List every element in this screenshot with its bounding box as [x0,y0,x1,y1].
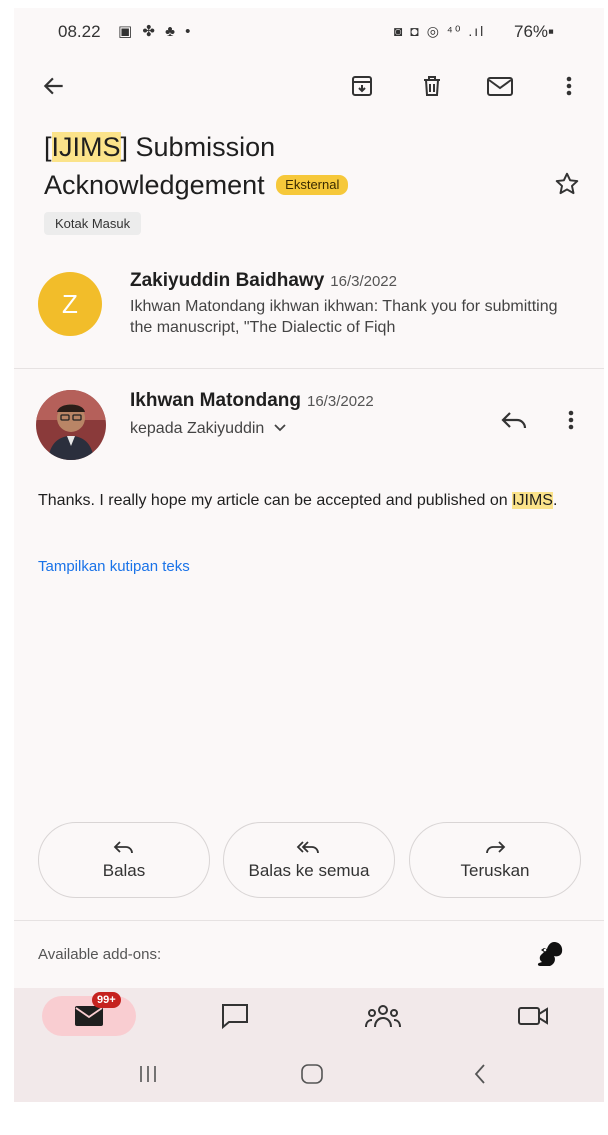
mark-unread-button[interactable] [482,68,518,104]
trash-icon [424,76,440,96]
message-date: 16/3/2022 [307,393,374,410]
avatar-letter: Z [62,288,78,319]
body-text: Thanks. I really hope my article can be … [38,492,513,509]
subject-line1: ] Submission [120,132,276,162]
more-options-button[interactable] [551,68,587,104]
nav-chat-tab[interactable] [210,996,260,1036]
bottom-navigation: 99+ [14,988,604,1046]
inbox-label-chip[interactable]: Kotak Masuk [44,212,142,235]
avatar[interactable] [36,390,106,460]
body-highlight: IJIMS [512,492,553,509]
reply-icon [113,841,133,854]
system-back-button[interactable] [460,1058,500,1090]
reply-all-label: Balas ke semua [248,861,370,880]
home-button[interactable] [292,1058,332,1090]
email-subject: [IJIMS] Submission Acknowledgement Ekste… [44,128,544,204]
group-icon [365,1005,401,1028]
video-camera-icon [518,1007,548,1025]
chevron-left-icon [474,1064,485,1084]
nav-meet-tab[interactable] [508,996,558,1036]
sender-name: Ikhwan Matondang 16/3/2022 [130,390,374,412]
more-vert-icon [566,76,572,96]
addons-label: Available add-ons: [38,946,162,963]
archive-button[interactable] [344,68,380,104]
reply-all-icon [296,841,319,854]
reply-actions: Balas Balas ke semua Teruskan [14,820,604,900]
status-time: 08.22 [58,22,101,41]
more-vert-icon [568,410,574,430]
battery-indicator: 76%▪ [514,22,555,41]
avatar: Z [38,272,102,336]
subject-bracket: [ [44,132,52,162]
star-button[interactable] [554,171,580,202]
reply-all-action-button[interactable]: Balas ke semua [223,822,395,898]
nav-spaces-tab[interactable] [358,996,408,1036]
forward-action-button[interactable]: Teruskan [409,822,581,898]
subject-highlight: IJIMS [51,132,121,162]
message-date: 16/3/2022 [330,273,397,290]
star-icon [555,172,579,195]
nav-mail-tab[interactable] [42,996,136,1036]
sender-name-text: Ikhwan Matondang [130,390,301,411]
addon-button[interactable] [532,938,566,977]
body-text-end: . [552,492,558,509]
reply-action-button[interactable]: Balas [38,822,210,898]
message-collapsed[interactable]: Z Zakiyuddin Baidhawy 16/3/2022 Ikhwan Ma… [14,258,604,370]
recent-apps-button[interactable] [128,1058,168,1090]
show-quoted-text-link[interactable]: Tampilkan kutipan teks [38,558,190,575]
sender-name-text: Zakiyuddin Baidhawy [130,270,325,291]
notification-icons: ▣ ✤ ♣ • [118,23,194,40]
system-navigation-bar [14,1046,604,1102]
archive-icon [352,76,372,96]
reply-button[interactable] [496,402,532,438]
chat-icon [222,1004,248,1030]
message-body: Thanks. I really hope my article can be … [38,491,558,510]
recent-apps-icon [140,1066,156,1082]
message-snippet: Ikhwan Matondang ikhwan ikhwan: Thank yo… [130,298,558,336]
person-photo-icon [36,390,106,460]
reply-icon [501,412,527,429]
mark-unread-icon [487,77,513,96]
home-icon [301,1064,323,1084]
status-bar: 08.22 ▣ ✤ ♣ • ◙ ◘ ◎ ⁴⁰ .ıl 76%▪ [14,8,604,58]
message-more-button[interactable] [557,402,585,438]
system-status-icons: ◙ ◘ ◎ ⁴⁰ .ıl [394,23,486,39]
forward-label: Teruskan [460,861,530,880]
subject-line2: Acknowledgement [44,170,265,200]
squirrel-addon-icon [537,942,563,966]
back-button[interactable] [36,68,72,104]
recipient-details-toggle[interactable]: kepada Zakiyuddin [130,420,287,438]
forward-icon [486,841,506,854]
sender-name: Zakiyuddin Baidhawy 16/3/2022 [130,270,397,292]
reply-label: Balas [102,861,146,880]
recipient-text: kepada Zakiyuddin [130,420,265,437]
chevron-down-icon [274,424,286,432]
back-arrow-icon [43,77,63,95]
divider [14,368,604,369]
divider [14,920,604,921]
external-badge: Eksternal [276,175,349,195]
app-frame: 08.22 ▣ ✤ ♣ • ◙ ◘ ◎ ⁴⁰ .ıl 76%▪ [IJIMS] … [14,8,604,1102]
message-expanded-header: Ikhwan Matondang 16/3/2022 kepada Zakiyud… [14,378,604,468]
delete-button[interactable] [414,68,450,104]
top-toolbar [14,64,604,108]
unread-count-badge: 99+ [92,992,121,1008]
mail-icon [75,1006,103,1026]
